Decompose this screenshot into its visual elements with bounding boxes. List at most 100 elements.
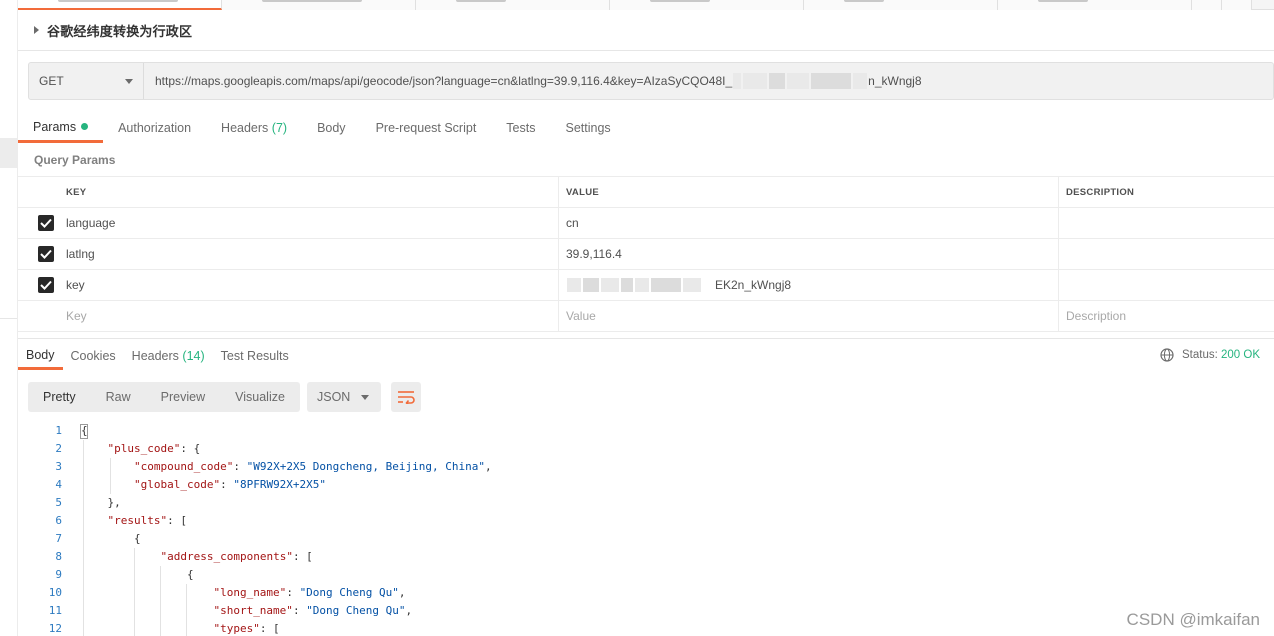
code-line: 9 { [18,566,1274,584]
request-tab[interactable] [222,0,416,10]
raw-button[interactable]: Raw [91,382,146,412]
request-tab[interactable] [416,0,610,10]
tab-response-body[interactable]: Body [18,342,63,370]
method-label: GET [39,74,64,88]
query-params-label: Query Params [34,153,116,167]
column-divider [1058,208,1059,238]
param-value[interactable]: cn [566,208,579,238]
tab-tests[interactable]: Tests [491,113,550,143]
redacted-block [853,73,868,89]
new-value-input[interactable]: Value [566,301,596,331]
caret-right-icon[interactable] [34,26,39,34]
code-line: 8 "address_components": [ [18,548,1274,566]
tab-label: Tests [506,121,536,135]
request-tab[interactable] [610,0,804,10]
url-text-start: https://maps.googleapis.com/maps/api/geo… [155,74,733,88]
code-text: }, [81,496,121,509]
request-tab-active[interactable] [18,0,222,10]
preview-button[interactable]: Preview [146,382,220,412]
line-number: 2 [55,442,62,455]
line-number: 9 [55,568,62,581]
tab-params[interactable]: Params [18,113,104,143]
code-line: 2 "plus_code": { [18,440,1274,458]
value-header: VALUE [566,186,599,198]
status-label: Status: [1181,349,1218,361]
tab-cookies[interactable]: Cookies [63,342,124,370]
tab-label: Test Results [220,349,289,363]
tab-label: Headers [221,121,269,135]
code-line: 7 { [18,530,1274,548]
code-text: { [81,424,88,437]
table-row-new: Key Value Description [18,301,1274,332]
request-title: 谷歌经纬度转换为行政区 [47,23,193,39]
tab-body[interactable]: Body [302,113,361,143]
tab-response-headers[interactable]: Headers (14) [124,342,213,370]
redacted-block [811,73,852,89]
line-number: 12 [48,622,62,635]
description-header: DESCRIPTION [1066,186,1135,198]
param-checkbox[interactable] [38,246,54,262]
tab-add[interactable] [1222,0,1252,10]
code-lines: 1{2 "plus_code": {3 "compound_code": "W9… [18,422,1274,636]
tab-label: Settings [565,121,611,135]
response-code-viewer[interactable]: 1{2 "plus_code": {3 "compound_code": "W9… [18,422,1274,636]
code-text: "plus_code": { [107,442,201,455]
code-text: "global_code": "8PFRW92X+2X5" [133,478,327,491]
code-line: 12 "types": [ [18,620,1274,636]
wrap-lines-button[interactable] [391,382,421,412]
column-divider [558,208,559,238]
tab-label: Authorization [118,121,192,135]
column-divider [558,301,559,331]
tab-pre-request-script[interactable]: Pre-request Script [361,113,492,143]
param-checkbox[interactable] [38,277,54,293]
request-tab-strip [18,0,1274,10]
param-key[interactable]: language [66,208,115,238]
globe-icon[interactable] [1160,348,1174,362]
chevron-down-icon [361,394,369,400]
line-number: 4 [55,478,62,491]
line-number: 7 [55,532,62,545]
code-text: { [81,532,141,545]
code-text: "compound_code": "W92X+2X5 Dongcheng, Be… [133,460,492,473]
tab-authorization[interactable]: Authorization [103,113,206,143]
code-line: 10 "long_name": "Dong Cheng Qu", [18,584,1274,602]
redacted-block [601,278,619,292]
request-tab[interactable] [804,0,998,10]
redacted-block [683,278,701,292]
code-text: "results": [ [107,514,187,527]
request-tab[interactable] [998,0,1192,10]
column-divider [1058,239,1059,269]
redacted-block [743,73,768,89]
param-value[interactable]: 39.9,116.4 [566,239,622,269]
divider [18,50,1274,51]
param-checkbox[interactable] [38,215,54,231]
code-line: 11 "short_name": "Dong Cheng Qu", [18,602,1274,620]
code-text: "long_name": "Dong Cheng Qu", [213,586,406,599]
new-description-input[interactable]: Description [1066,301,1126,331]
method-select[interactable]: GET [29,63,144,99]
redacted-block [567,278,581,292]
new-key-input[interactable]: Key [66,301,87,331]
language-select[interactable]: JSON [307,382,381,412]
tab-overflow[interactable] [1192,0,1222,10]
sidebar-selected-item[interactable] [0,138,17,168]
tab-headers[interactable]: Headers (7) [206,113,302,143]
line-number: 1 [55,424,62,437]
status-value[interactable]: 200 OK [1221,349,1260,361]
tab-test-results[interactable]: Test Results [213,342,297,370]
code-line: 1{ [18,422,1274,440]
request-tabs: Params Authorization Headers (7) Body Pr… [18,113,626,145]
line-number: 3 [55,460,62,473]
code-line: 6 "results": [ [18,512,1274,530]
table-row: key EK2n_kWngj8 [18,270,1274,301]
request-name[interactable]: 谷歌经纬度转换为行政区 [34,20,192,40]
param-value-redacted[interactable]: EK2n_kWngj8 [566,270,791,300]
url-input[interactable]: https://maps.googleapis.com/maps/api/geo… [144,73,922,89]
param-key[interactable]: key [66,270,85,300]
pretty-button[interactable]: Pretty [28,382,91,412]
left-gutter [0,0,18,636]
visualize-button[interactable]: Visualize [220,382,300,412]
code-text: "short_name": "Dong Cheng Qu", [213,604,413,617]
tab-settings[interactable]: Settings [550,113,625,143]
param-key[interactable]: latlng [66,239,95,269]
